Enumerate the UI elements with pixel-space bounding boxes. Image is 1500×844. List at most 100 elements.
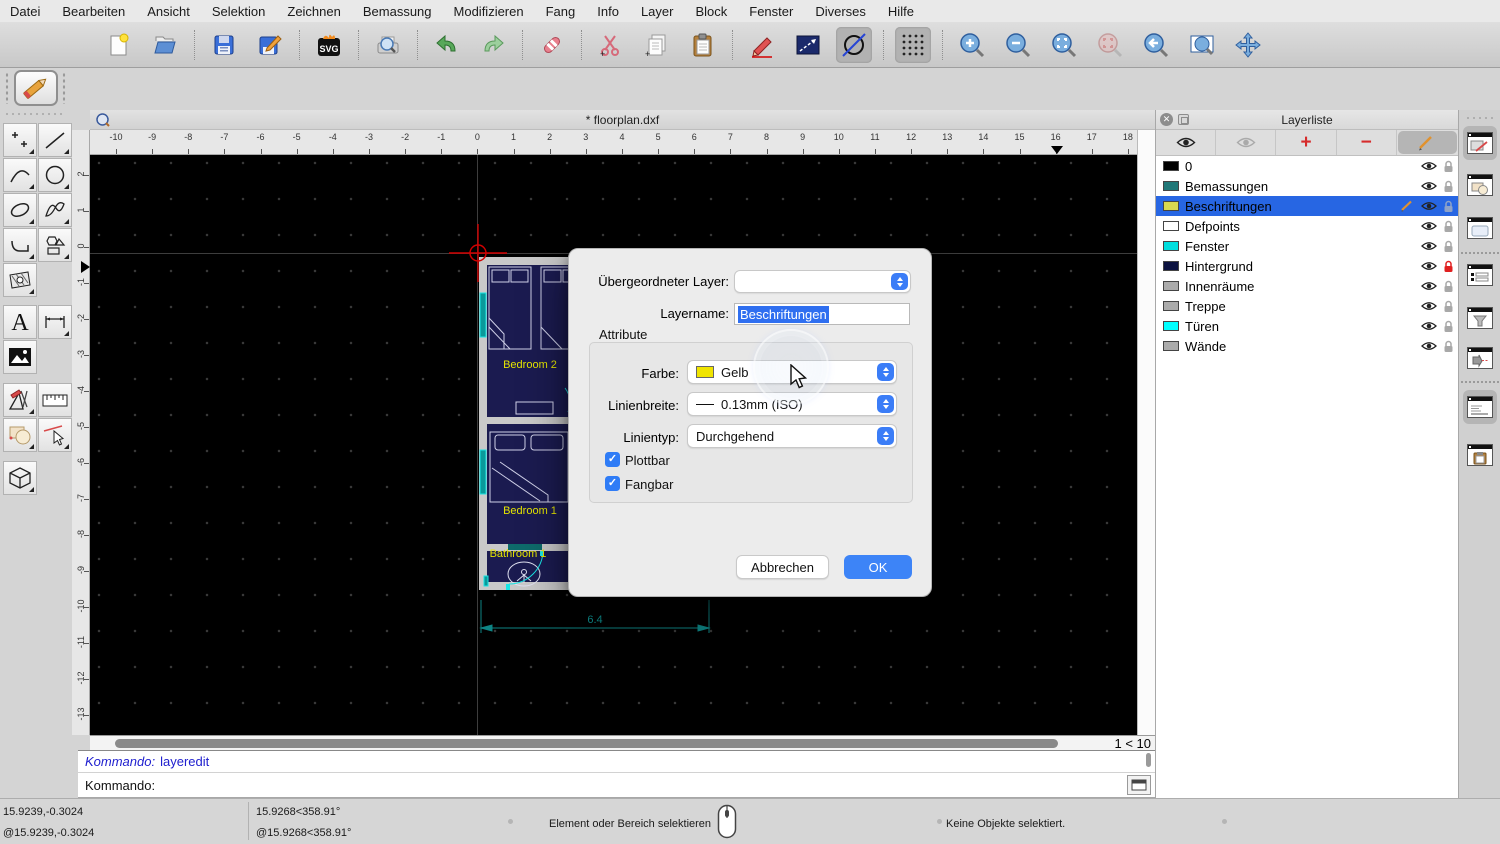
spline-tools-button[interactable]	[38, 193, 72, 227]
copy-button[interactable]: +	[639, 27, 675, 63]
dimension-tools-button[interactable]	[38, 305, 72, 339]
menu-item-diverses[interactable]: Diverses	[815, 4, 866, 19]
zoom-auto-button[interactable]	[1046, 27, 1082, 63]
cancel-button[interactable]: Abbrechen	[736, 555, 829, 579]
layer-visibility-icon[interactable]	[1421, 301, 1437, 311]
remove-layer-button[interactable]: −	[1337, 130, 1397, 155]
layer-lock-icon[interactable]	[1443, 300, 1454, 313]
layer-row-treppe[interactable]: Treppe	[1156, 296, 1458, 316]
layer-name-input[interactable]: Beschriftungen	[734, 303, 910, 325]
menu-item-fang[interactable]: Fang	[546, 4, 576, 19]
close-panel-icon[interactable]: ✕	[1160, 113, 1173, 126]
layer-lock-icon[interactable]	[1443, 180, 1454, 193]
vertical-scrollbar-track[interactable]	[1137, 130, 1155, 735]
new-file-button[interactable]	[101, 27, 137, 63]
open-file-button[interactable]	[147, 27, 183, 63]
pan-button[interactable]	[1230, 27, 1266, 63]
layer-row-türen[interactable]: Türen	[1156, 316, 1458, 336]
menu-item-block[interactable]: Block	[695, 4, 727, 19]
layer-visibility-icon[interactable]	[1421, 281, 1437, 291]
construction-mode-button[interactable]	[836, 27, 872, 63]
layer-visibility-icon[interactable]	[1421, 161, 1437, 171]
svg-export-button[interactable]: SVG	[311, 27, 347, 63]
layer-row-bemassungen[interactable]: Bemassungen	[1156, 176, 1458, 196]
clipboard-window-button[interactable]	[1463, 438, 1497, 472]
show-all-layers-button[interactable]	[1156, 130, 1216, 155]
layer-row-fenster[interactable]: Fenster	[1156, 236, 1458, 256]
menu-item-layer[interactable]: Layer	[641, 4, 674, 19]
layer-visibility-icon[interactable]	[1421, 201, 1437, 211]
layer-visibility-icon[interactable]	[1421, 221, 1437, 231]
layer-lock-icon[interactable]	[1443, 220, 1454, 233]
linetype-select[interactable]: Durchgehend	[687, 424, 897, 448]
menu-item-hilfe[interactable]: Hilfe	[888, 4, 914, 19]
zoom-window-button[interactable]	[1184, 27, 1220, 63]
plottable-checkbox[interactable]: ✓	[605, 452, 620, 467]
command-input[interactable]	[161, 778, 1127, 793]
command-options-window-button[interactable]	[1463, 341, 1497, 375]
measure-tools-button[interactable]	[38, 383, 72, 417]
menu-item-datei[interactable]: Datei	[10, 4, 40, 19]
layer-visibility-icon[interactable]	[1421, 241, 1437, 251]
layer-visibility-icon[interactable]	[1421, 261, 1437, 271]
restrict-angle-button[interactable]	[790, 27, 826, 63]
save-button[interactable]	[206, 27, 242, 63]
point-tools-button[interactable]	[3, 123, 37, 157]
layer-visibility-icon[interactable]	[1421, 321, 1437, 331]
command-window-button[interactable]	[1127, 775, 1151, 795]
layer-row-0[interactable]: 0	[1156, 156, 1458, 176]
hatch-tool-button[interactable]	[3, 263, 37, 297]
menu-item-info[interactable]: Info	[597, 4, 619, 19]
delete-eraser-button[interactable]	[534, 27, 570, 63]
snappable-checkbox[interactable]: ✓	[605, 476, 620, 491]
layer-row-defpoints[interactable]: Defpoints	[1156, 216, 1458, 236]
menu-item-modifizieren[interactable]: Modifizieren	[454, 4, 524, 19]
history-scrollbar-thumb[interactable]	[1146, 753, 1151, 767]
circle-tools-button[interactable]	[38, 158, 72, 192]
layer-lock-icon[interactable]	[1443, 280, 1454, 293]
print-preview-button[interactable]	[370, 27, 406, 63]
layer-row-wände[interactable]: Wände	[1156, 336, 1458, 356]
image-tool-button[interactable]	[3, 340, 37, 374]
add-layer-button[interactable]: +	[1276, 130, 1336, 155]
menu-item-bemassung[interactable]: Bemassung	[363, 4, 432, 19]
zoom-in-button[interactable]	[954, 27, 990, 63]
arc-tools-button[interactable]	[3, 158, 37, 192]
boolean-tools-button[interactable]	[3, 418, 37, 452]
save-as-button[interactable]	[252, 27, 288, 63]
layer-lock-icon[interactable]	[1443, 260, 1454, 273]
zoom-out-button[interactable]	[1000, 27, 1036, 63]
grid-toggle-button[interactable]	[895, 27, 931, 63]
menu-item-fenster[interactable]: Fenster	[749, 4, 793, 19]
property-editor-window-button[interactable]	[1463, 258, 1497, 292]
current-tool-pencil-button[interactable]	[14, 70, 58, 106]
block-list-window-button[interactable]	[1463, 168, 1497, 202]
menu-item-ansicht[interactable]: Ansicht	[147, 4, 190, 19]
parent-layer-select[interactable]	[734, 270, 911, 293]
layer-row-innenräume[interactable]: Innenräume	[1156, 276, 1458, 296]
hide-all-layers-button[interactable]	[1216, 130, 1276, 155]
layer-lock-icon[interactable]	[1443, 240, 1454, 253]
layer-visibility-icon[interactable]	[1421, 341, 1437, 351]
layer-lock-icon[interactable]	[1443, 200, 1454, 213]
layer-visibility-icon[interactable]	[1421, 181, 1437, 191]
ellipse-tools-button[interactable]	[3, 193, 37, 227]
detach-panel-icon[interactable]	[1178, 114, 1189, 125]
ok-button[interactable]: OK	[844, 555, 912, 579]
line-tools-button[interactable]	[38, 123, 72, 157]
layer-lock-icon[interactable]	[1443, 340, 1454, 353]
menu-item-bearbeiten[interactable]: Bearbeiten	[62, 4, 125, 19]
horizontal-scrollbar[interactable]: 1 < 10	[90, 735, 1155, 750]
layer-lock-icon[interactable]	[1443, 320, 1454, 333]
layer-edit-icon[interactable]	[1401, 200, 1415, 212]
polyline-tools-button[interactable]	[3, 228, 37, 262]
command-line-window-button[interactable]	[1463, 390, 1497, 424]
layer-list-window-button[interactable]	[1463, 126, 1497, 160]
modify-tools-button[interactable]	[3, 383, 37, 417]
layer-row-beschriftungen[interactable]: Beschriftungen	[1156, 196, 1458, 216]
draw-pencil-button[interactable]	[744, 27, 780, 63]
undo-button[interactable]	[429, 27, 465, 63]
solid-tools-button[interactable]	[3, 461, 37, 495]
menu-item-zeichnen[interactable]: Zeichnen	[287, 4, 340, 19]
menu-item-selektion[interactable]: Selektion	[212, 4, 265, 19]
